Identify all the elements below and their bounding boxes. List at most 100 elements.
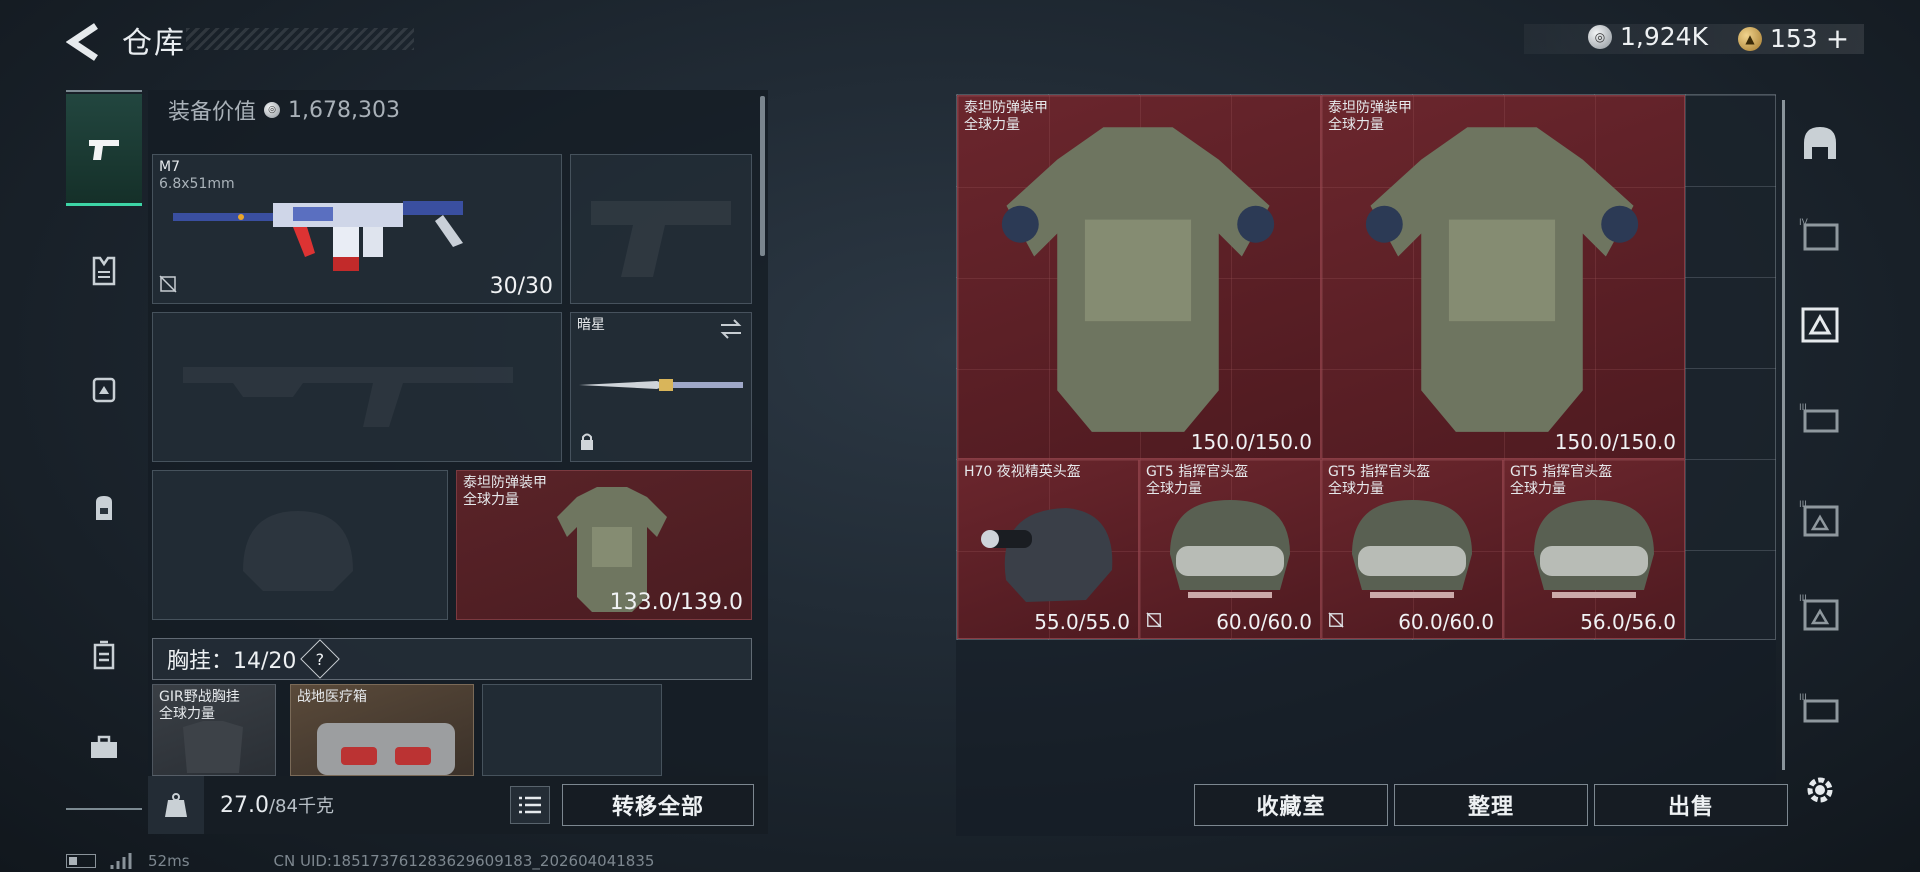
ammo-count: 30/30 (489, 274, 553, 299)
help-glyph: ? (316, 649, 325, 669)
rifle-placeholder-icon (183, 367, 513, 427)
rail-tab-case-iii[interactable]: III (1784, 578, 1856, 648)
medkit-image (317, 723, 455, 775)
gold-amount: 153 (1770, 24, 1818, 53)
title-decoration (186, 28, 414, 50)
pistol-icon (89, 139, 119, 160)
secondary-weapon-slot[interactable] (570, 154, 752, 304)
helmet-icon (1804, 127, 1836, 159)
case-iii-icon: III (1799, 594, 1839, 631)
list-view-button[interactable] (510, 786, 550, 824)
commander-helmet-image (1170, 500, 1290, 598)
stash-item-name: H70 夜视精英头盔 (964, 464, 1081, 480)
rig-empty-slot[interactable] (482, 684, 662, 776)
rail-tab-case-iii[interactable]: III (1784, 484, 1856, 554)
silver-coin-icon: ◎ (264, 102, 281, 118)
case-icon (93, 640, 115, 670)
gold-coin-icon: ▲ (1738, 26, 1762, 51)
swap-icon[interactable] (719, 319, 743, 343)
weight-current: 27.0 (220, 793, 269, 818)
equipment-value: 装备价值 ◎ 1,678,303 (168, 94, 400, 126)
stash-item[interactable]: GT5 指挥官头盔 全球力量 60.0/60.0 (1321, 459, 1503, 639)
left-nav (66, 90, 142, 810)
no-insure-icon (1146, 612, 1162, 632)
equip-value-amount: 1,678,303 (288, 97, 400, 123)
rifle-image (173, 201, 463, 271)
rail-tab-armor-grid[interactable] (1784, 290, 1856, 360)
case-iii-icon: III (1799, 500, 1839, 537)
stash-item-durability: 56.0/56.0 (1580, 610, 1676, 634)
stash-item-durability: 150.0/150.0 (1190, 430, 1312, 454)
no-insure-icon (159, 275, 177, 297)
melee-slot[interactable]: 暗星 (570, 312, 752, 462)
nav-divider (66, 808, 142, 810)
stash-item-name: GT5 指挥官头盔 (1328, 464, 1431, 480)
helmet-slot[interactable] (152, 470, 448, 620)
back-arrow-icon[interactable] (65, 22, 100, 62)
rig-item-slot[interactable]: 战地医疗箱 (290, 684, 474, 776)
nav-toolbox[interactable] (66, 712, 142, 782)
armor-slot[interactable]: 泰坦防弹装甲 全球力量 133.0/139.0 (456, 470, 752, 620)
weight-capacity: /84千克 (268, 796, 334, 817)
rail-tab-helmet[interactable] (1784, 108, 1856, 178)
nav-rig[interactable] (66, 354, 142, 424)
add-currency-button[interactable]: + (1826, 22, 1849, 55)
stash-item[interactable]: GT5 指挥官头盔 全球力量 56.0/56.0 (1503, 459, 1685, 639)
rig-item-name: 战地医疗箱 (297, 689, 367, 705)
stash-item-info: GT5 指挥官头盔 全球力量 (1146, 464, 1248, 498)
nav-case[interactable] (66, 620, 142, 690)
transfer-all-button[interactable]: 转移全部 (562, 784, 754, 826)
melee-name: 暗星 (577, 317, 605, 333)
lock-icon (579, 431, 595, 455)
pistol-placeholder-icon (591, 201, 731, 277)
stash-item-durability: 60.0/60.0 (1398, 610, 1494, 634)
commander-helmet-image (1534, 500, 1654, 598)
nav-divider (66, 90, 142, 92)
battery-icon (66, 854, 96, 868)
collection-room-button[interactable]: 收藏室 (1194, 784, 1388, 826)
rail-tab-case-iii[interactable]: III (1784, 384, 1856, 454)
stash-item[interactable]: GT5 指挥官头盔 全球力量 60.0/60.0 (1139, 459, 1321, 639)
armor-image (1365, 127, 1639, 432)
rail-tab-case-iii[interactable]: III (1784, 674, 1856, 744)
gold-currency[interactable]: ▲ 153 + (1738, 22, 1849, 55)
svg-text:III: III (1799, 403, 1807, 413)
case-iv-icon: IV (1799, 218, 1839, 251)
nav-weapons[interactable] (66, 94, 142, 206)
sell-button[interactable]: 出售 (1594, 784, 1788, 826)
stash-item[interactable]: H70 夜视精英头盔 55.0/55.0 (957, 459, 1139, 639)
helmet-placeholder-icon (243, 511, 353, 591)
svg-text:III: III (1799, 693, 1807, 703)
page-title: 仓库 (122, 26, 186, 61)
primary-weapon-slot[interactable]: M7 6.8x51mm 30/30 (152, 154, 562, 304)
stash-item-name: GT5 指挥官头盔 (1146, 464, 1249, 480)
chest-rig-header: 胸挂：14/20 ? (152, 638, 752, 680)
stash-item[interactable]: 泰坦防弹装甲 全球力量 150.0/150.0 (957, 95, 1321, 459)
rig-item-slot[interactable]: GIR野战胸挂 全球力量 (152, 684, 276, 776)
stash-tab-rail: IV III III III III (1784, 94, 1856, 774)
stash-item-durability: 150.0/150.0 (1554, 430, 1676, 454)
settings-gear-icon[interactable] (1802, 772, 1838, 808)
armor-image (1001, 127, 1275, 432)
svg-text:III: III (1799, 500, 1807, 510)
loadout-scrollbar[interactable] (760, 96, 765, 256)
chest-rig-label: 胸挂：14/20 (167, 649, 297, 674)
status-footer: 52ms CN UID:185173761283629609183_202604… (66, 852, 654, 870)
rail-tab-case-iv[interactable]: IV (1784, 200, 1856, 270)
silver-coin-icon: ◎ (1588, 24, 1612, 49)
weapon-name: M7 (159, 159, 180, 175)
svg-text:III: III (1799, 594, 1807, 604)
nav-backpack[interactable] (66, 472, 142, 542)
stash-item-durability: 55.0/55.0 (1034, 610, 1130, 634)
silver-currency[interactable]: ◎ 1,924K (1588, 22, 1708, 51)
equip-value-label: 装备价值 (168, 100, 257, 125)
nav-vest[interactable] (66, 236, 142, 306)
armor-grid-icon (1801, 307, 1839, 343)
no-insure-icon (1328, 612, 1344, 632)
carry-weight: 27.0/84千克 (220, 792, 334, 818)
secondary-primary-slot[interactable] (152, 312, 562, 462)
stash-item[interactable]: 泰坦防弹装甲 全球力量 150.0/150.0 (1321, 95, 1685, 459)
sort-button[interactable]: 整理 (1394, 784, 1588, 826)
help-icon[interactable]: ? (300, 639, 341, 679)
case-iii-icon: III (1799, 693, 1839, 723)
